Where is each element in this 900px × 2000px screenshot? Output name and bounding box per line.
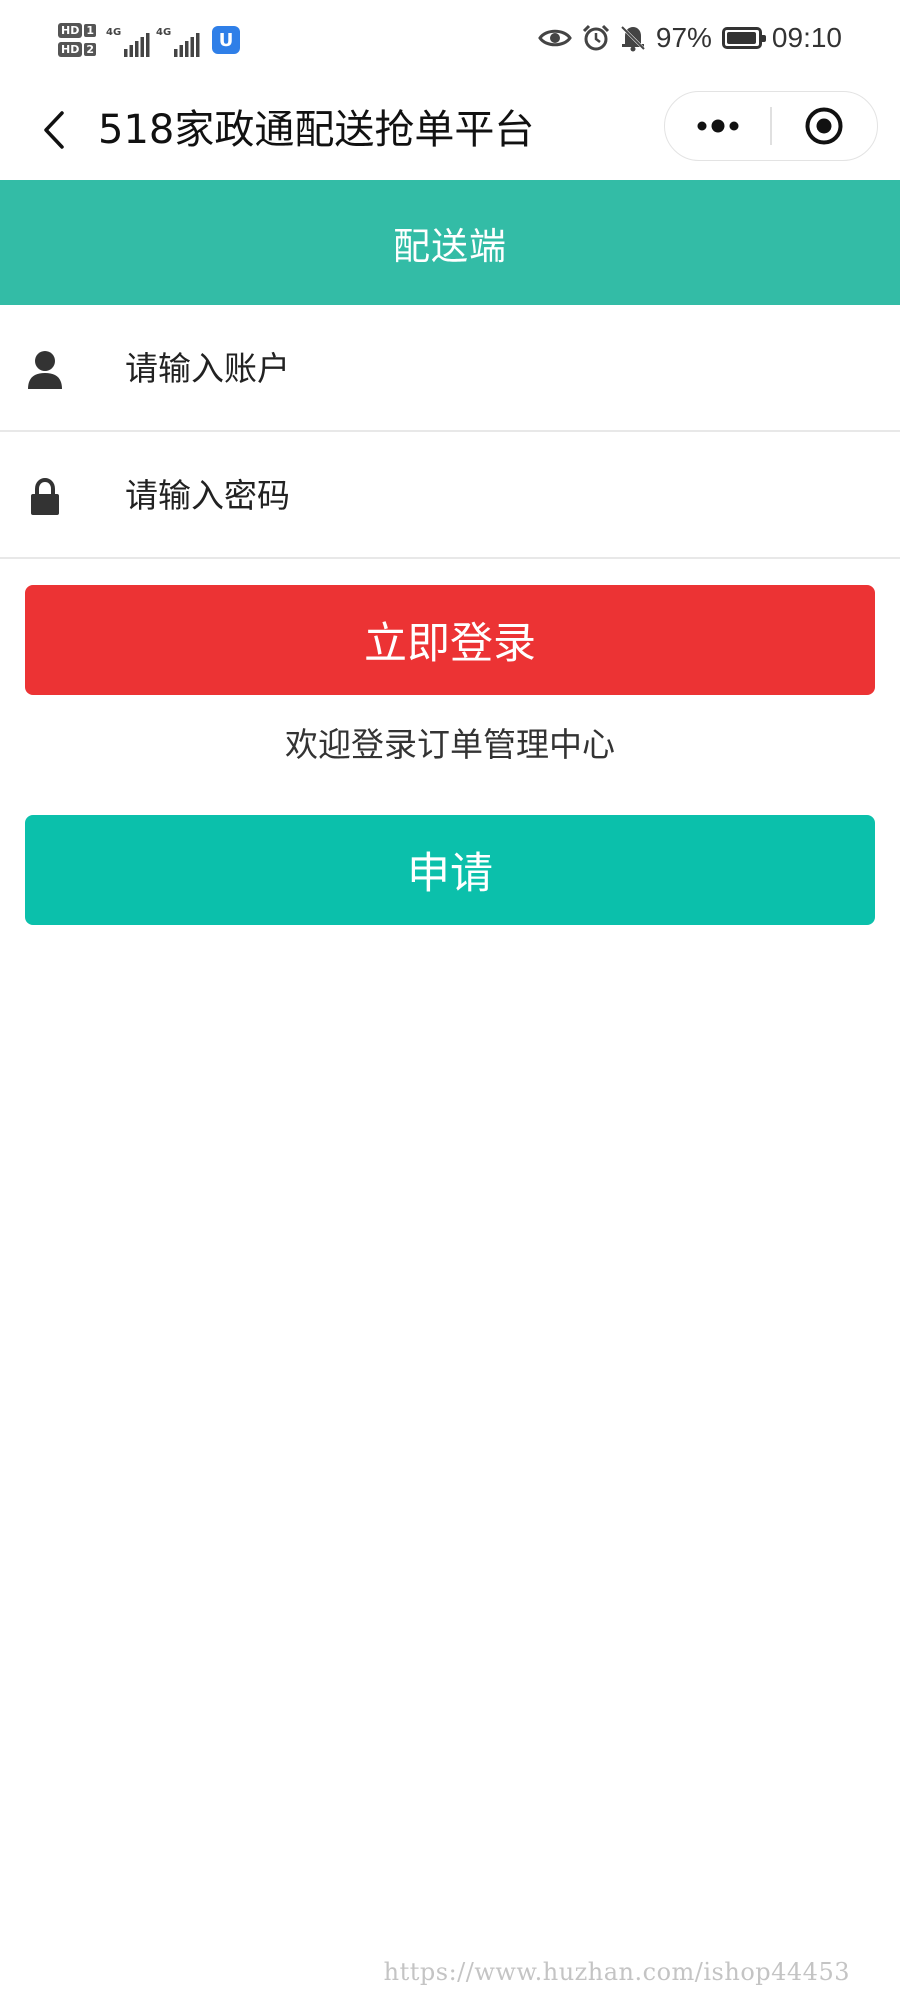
welcome-text: 欢迎登录订单管理中心: [285, 725, 615, 764]
password-row: [0, 432, 900, 559]
eye-icon: [538, 29, 572, 47]
more-button[interactable]: [665, 92, 770, 160]
sim1-network-type: 4G: [106, 27, 122, 38]
notification-app-icon: U: [212, 26, 240, 54]
close-miniprogram-button[interactable]: [772, 92, 877, 160]
alarm-clock-icon: [582, 24, 609, 51]
lock-icon: [26, 476, 64, 518]
chevron-left-icon: [44, 111, 64, 149]
battery-icon: [721, 27, 766, 49]
sim1-signal: 4G: [106, 23, 150, 57]
mute-bell-icon: [620, 25, 645, 52]
sim2-signal: 4G: [156, 23, 200, 57]
role-header: 配送端: [0, 180, 900, 305]
sim1-indicator: HD 1: [58, 23, 96, 38]
clock-time: 09:10: [771, 22, 842, 53]
account-input[interactable]: [125, 333, 865, 403]
signal-bars-icon: [124, 33, 150, 57]
miniprogram-capsule: [664, 91, 878, 161]
user-icon: [26, 349, 64, 391]
hd-badge: HD: [58, 42, 83, 57]
back-button[interactable]: [28, 104, 80, 156]
sim2-number: 2: [84, 43, 96, 56]
status-left: HD 1 HD 2 4G 4G U: [58, 14, 240, 66]
more-dots-icon: [697, 119, 739, 133]
account-row: [0, 305, 900, 432]
target-circle-icon: [805, 107, 843, 145]
sim2-network-type: 4G: [156, 27, 172, 38]
apply-button[interactable]: 申请: [25, 815, 875, 925]
signal-bars-icon: [174, 33, 200, 57]
battery-level: [726, 32, 757, 44]
sim-indicators: HD 1 HD 2: [58, 23, 96, 57]
hd-badge: HD: [58, 23, 83, 38]
login-button[interactable]: 立即登录: [25, 585, 875, 695]
status-bar: HD 1 HD 2 4G 4G U 97% 09:10: [0, 0, 900, 82]
sim1-number: 1: [84, 24, 96, 37]
battery-percent: 97%: [655, 22, 712, 53]
page-title: 518家政通配送抢单平台: [98, 107, 535, 153]
nav-bar: 518家政通配送抢单平台: [0, 82, 900, 180]
status-right: 97% 09:10: [538, 18, 842, 58]
watermark-text: https://www.huzhan.com/ishop44453: [383, 1958, 850, 1986]
sim2-indicator: HD 2: [58, 42, 96, 57]
role-title: 配送端: [393, 224, 507, 268]
password-input[interactable]: [125, 460, 865, 530]
